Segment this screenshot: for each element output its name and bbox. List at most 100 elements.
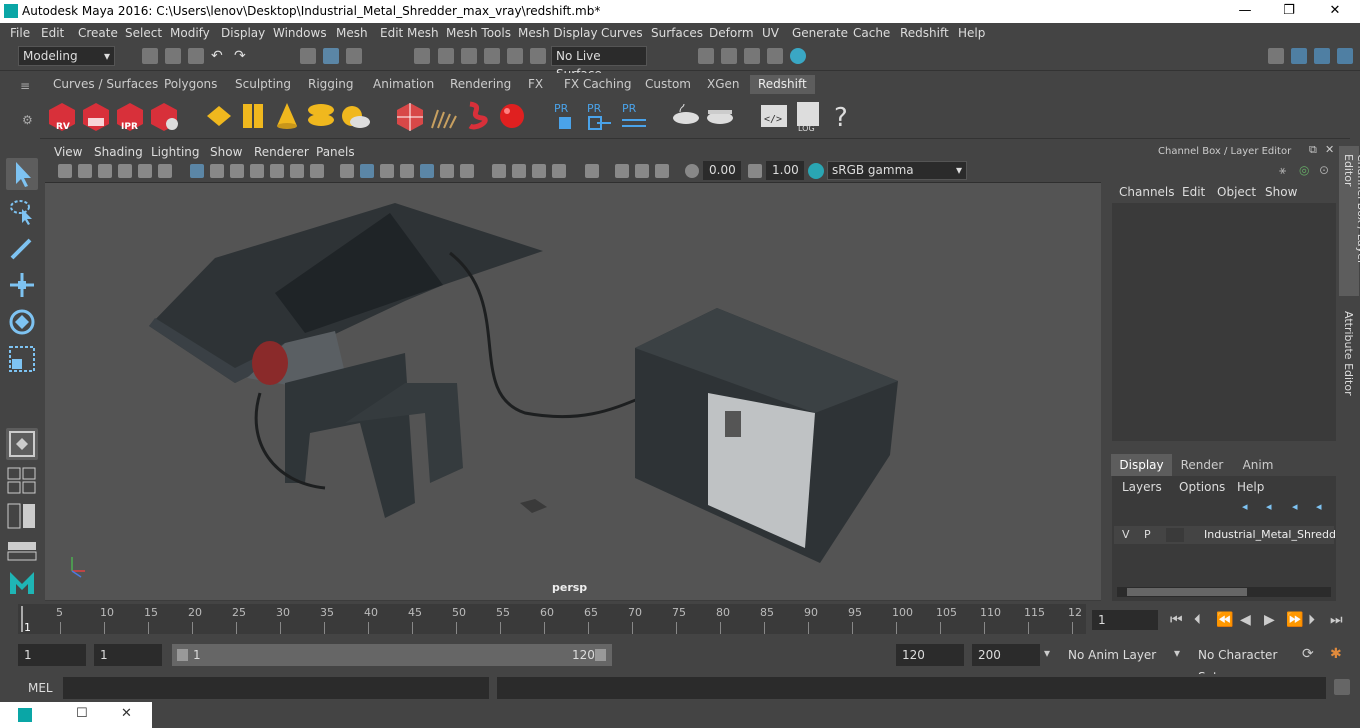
- layer-visible-toggle[interactable]: V: [1122, 528, 1130, 541]
- layer-scrollbar-thumb[interactable]: [1127, 588, 1247, 596]
- render-view-icon[interactable]: [767, 48, 783, 64]
- maya-taskbar-icon[interactable]: [18, 708, 32, 722]
- redshift-hair-icon[interactable]: [428, 100, 460, 132]
- snap-magnet-icon[interactable]: [530, 48, 546, 64]
- tab-display[interactable]: Display: [1111, 454, 1172, 476]
- maya-logo-icon[interactable]: [6, 566, 38, 598]
- colorspace-dropdown[interactable]: sRGB gamma ▾: [827, 161, 967, 180]
- redshift-sun-light-icon[interactable]: [339, 100, 371, 132]
- playback-end-field[interactable]: 120: [896, 644, 964, 666]
- four-pane-layout-icon[interactable]: [6, 466, 38, 494]
- pr-export-icon[interactable]: PR: [583, 100, 615, 132]
- layer-menu-help[interactable]: Help: [1237, 480, 1264, 494]
- select-object-icon[interactable]: [323, 48, 339, 64]
- new-layer-icon[interactable]: ◂: [1242, 500, 1248, 513]
- range-end-handle[interactable]: [595, 649, 606, 661]
- smooth-shade-icon[interactable]: [360, 164, 374, 178]
- menu-curves[interactable]: Curves: [601, 26, 643, 40]
- live-surface-field[interactable]: No Live Surface: [551, 46, 647, 81]
- go-to-start-icon[interactable]: ⏮: [1170, 612, 1183, 628]
- current-frame-field[interactable]: 1: [1092, 610, 1158, 630]
- gamma-icon[interactable]: [748, 164, 762, 178]
- help-icon[interactable]: ?: [826, 100, 858, 132]
- channel-menu-object[interactable]: Object: [1217, 185, 1256, 199]
- step-forward-icon[interactable]: ⏵: [1308, 612, 1315, 628]
- snap-curve-icon[interactable]: [438, 48, 454, 64]
- xray-joints-icon[interactable]: [615, 164, 629, 178]
- xray-components-icon[interactable]: [635, 164, 649, 178]
- viewport-menu-view[interactable]: View: [54, 145, 82, 159]
- redshift-batch-render-icon[interactable]: [80, 100, 112, 132]
- menu-create[interactable]: Create: [78, 26, 118, 40]
- maximize-button[interactable]: ❐: [1274, 2, 1304, 20]
- tab-redshift[interactable]: Redshift: [750, 75, 815, 94]
- image-plane-icon[interactable]: [118, 164, 132, 178]
- speed-icon[interactable]: ⊙: [1319, 163, 1329, 177]
- redshift-spot-light-icon[interactable]: [271, 100, 303, 132]
- anim-layer-dropdown[interactable]: No Anim Layer: [1062, 644, 1162, 666]
- menu-edit-mesh[interactable]: Edit Mesh: [380, 26, 439, 40]
- script-editor-icon[interactable]: </>: [758, 100, 790, 132]
- menu-cache[interactable]: Cache: [853, 26, 890, 40]
- tab-anim[interactable]: Anim: [1232, 454, 1284, 476]
- lasso-tool-icon[interactable]: [6, 195, 38, 227]
- animation-end-field[interactable]: 200: [972, 644, 1040, 666]
- current-frame-marker[interactable]: [21, 606, 23, 632]
- snap-view-icon[interactable]: [484, 48, 500, 64]
- tab-fx[interactable]: FX: [528, 75, 543, 94]
- tab-render[interactable]: Render: [1174, 454, 1230, 476]
- menu-display[interactable]: Display: [221, 26, 265, 40]
- side-by-side-layout-icon[interactable]: [6, 502, 38, 530]
- pr-swap-icon[interactable]: PR: [618, 100, 650, 132]
- ambient-occlusion-icon[interactable]: [492, 164, 506, 178]
- mel-label[interactable]: MEL: [28, 681, 53, 695]
- pr-cube-icon[interactable]: PR: [550, 100, 582, 132]
- channel-box-toggle-icon[interactable]: [1337, 48, 1353, 64]
- snap-point-icon[interactable]: [461, 48, 477, 64]
- layer-menu-options[interactable]: Options: [1179, 480, 1225, 494]
- timeline-track[interactable]: 1 5 10 15 20 25 30 35 40 45 50 55 60 65 70 75 80 85 90 95 1…: [18, 604, 1086, 634]
- shadows-icon[interactable]: [460, 164, 474, 178]
- menu-windows[interactable]: Windows: [273, 26, 327, 40]
- field-chart-icon[interactable]: [270, 164, 284, 178]
- new-layer-selected-icon[interactable]: ◂: [1266, 500, 1272, 513]
- material-bowl-icon[interactable]: [670, 100, 702, 132]
- layer-scrollbar[interactable]: [1117, 587, 1331, 597]
- rotate-tool-icon[interactable]: [6, 306, 38, 338]
- channel-menu-channels[interactable]: Channels: [1119, 185, 1175, 199]
- camera-select-icon[interactable]: [58, 164, 72, 178]
- redshift-ipr-icon[interactable]: IPR: [114, 100, 146, 132]
- log-icon[interactable]: LOG: [792, 100, 824, 132]
- menu-mesh-display[interactable]: Mesh Display: [518, 26, 598, 40]
- character-set-dropdown[interactable]: No Character Set: [1192, 644, 1290, 684]
- playback-start-field[interactable]: 1: [94, 644, 162, 666]
- xray-icon[interactable]: [400, 164, 414, 178]
- render-frame-icon[interactable]: [721, 48, 737, 64]
- select-tool-icon[interactable]: [6, 158, 38, 190]
- step-back-icon[interactable]: ⏴: [1194, 612, 1201, 628]
- tab-rendering[interactable]: Rendering: [450, 75, 511, 94]
- modeling-toolkit-icon[interactable]: [1291, 48, 1307, 64]
- tab-curves-surfaces[interactable]: Curves / Surfaces: [53, 75, 158, 94]
- select-component-icon[interactable]: [346, 48, 362, 64]
- float-panel-icon[interactable]: ⧉: [1309, 143, 1317, 157]
- wireframe-icon[interactable]: [340, 164, 354, 178]
- gear-icon[interactable]: ⚙: [22, 113, 33, 127]
- scale-tool-icon[interactable]: [6, 343, 38, 375]
- attribute-editor-toggle-icon[interactable]: [1314, 48, 1330, 64]
- tab-polygons[interactable]: Polygons: [164, 75, 217, 94]
- single-pane-layout-icon[interactable]: [6, 428, 38, 460]
- snap-grid-icon[interactable]: [414, 48, 430, 64]
- redshift-sphere-icon[interactable]: [496, 100, 528, 132]
- frame-all-icon[interactable]: [655, 164, 669, 178]
- animation-preferences-icon[interactable]: ✱: [1330, 646, 1342, 662]
- ipr-render-icon[interactable]: [744, 48, 760, 64]
- tab-rigging[interactable]: Rigging: [308, 75, 353, 94]
- axis-tool-icon[interactable]: ⚹: [1279, 163, 1286, 178]
- textured-icon[interactable]: [420, 164, 434, 178]
- redshift-settings-icon[interactable]: [148, 100, 180, 132]
- viewport-menu-shading[interactable]: Shading: [94, 145, 143, 159]
- layer-playback-toggle[interactable]: P: [1144, 528, 1151, 541]
- menu-mesh-tools[interactable]: Mesh Tools: [446, 26, 511, 40]
- film-gate-icon[interactable]: [210, 164, 224, 178]
